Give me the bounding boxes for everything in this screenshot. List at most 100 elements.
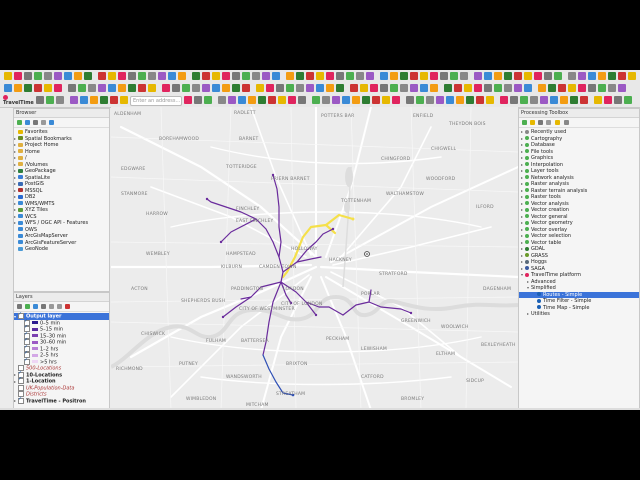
pan-icon[interactable]	[118, 84, 126, 92]
open-icon[interactable]	[400, 84, 408, 92]
save-icon[interactable]	[232, 72, 240, 80]
select-icon[interactable]	[192, 72, 200, 80]
measure-icon[interactable]	[228, 96, 236, 104]
new-project-icon[interactable]	[494, 84, 502, 92]
open-icon[interactable]	[222, 72, 230, 80]
select-icon[interactable]	[218, 96, 226, 104]
models-icon[interactable]	[522, 120, 527, 125]
scripts-icon[interactable]	[530, 120, 535, 125]
select-icon[interactable]	[608, 72, 616, 80]
identify-icon[interactable]	[286, 72, 294, 80]
open-icon[interactable]	[430, 72, 438, 80]
history-icon[interactable]	[538, 120, 543, 125]
measure-icon[interactable]	[540, 96, 548, 104]
remove-layer-icon[interactable]	[65, 304, 70, 309]
save-icon[interactable]	[128, 72, 136, 80]
zoom-in-icon[interactable]	[184, 96, 192, 104]
print-icon[interactable]	[316, 84, 324, 92]
print-icon[interactable]	[524, 84, 532, 92]
print-icon[interactable]	[212, 84, 220, 92]
zoom-out-icon[interactable]	[454, 84, 462, 92]
filter-icon[interactable]	[33, 120, 38, 125]
pan-icon[interactable]	[460, 72, 468, 80]
new-project-icon[interactable]	[390, 84, 398, 92]
identify-icon[interactable]	[204, 96, 212, 104]
print-icon[interactable]	[420, 84, 428, 92]
address-search-input[interactable]: Enter an address...	[130, 96, 182, 106]
identify-icon[interactable]	[44, 84, 52, 92]
legend-checkbox[interactable]	[24, 357, 30, 365]
save-icon[interactable]	[100, 96, 108, 104]
zoom-out-icon[interactable]	[298, 96, 306, 104]
print-icon[interactable]	[580, 96, 588, 104]
zoom-out-icon[interactable]	[272, 72, 280, 80]
save-icon[interactable]	[258, 96, 266, 104]
pan-icon[interactable]	[430, 84, 438, 92]
open-icon[interactable]	[296, 84, 304, 92]
new-project-icon[interactable]	[286, 84, 294, 92]
open-icon[interactable]	[608, 84, 616, 92]
identify-icon[interactable]	[598, 72, 606, 80]
map-canvas[interactable]: ALDENHAM RADLETT POTTERS BAR ENFIELD THEYDON…	[111, 107, 518, 410]
open-icon[interactable]	[90, 96, 98, 104]
identify-icon[interactable]	[568, 84, 576, 92]
zoom-in-icon[interactable]	[548, 84, 556, 92]
select-icon[interactable]	[578, 84, 586, 92]
pan-icon[interactable]	[382, 96, 390, 104]
measure-icon[interactable]	[332, 96, 340, 104]
new-project-icon[interactable]	[446, 96, 454, 104]
zoom-in-icon[interactable]	[444, 84, 452, 92]
open-icon[interactable]	[192, 84, 200, 92]
edit-features-icon[interactable]	[555, 120, 560, 125]
layer-checkbox[interactable]	[18, 376, 24, 384]
save-icon[interactable]	[336, 72, 344, 80]
pan-icon[interactable]	[14, 84, 22, 92]
measure-icon[interactable]	[380, 84, 388, 92]
open-icon[interactable]	[534, 72, 542, 80]
pan-icon[interactable]	[148, 72, 156, 80]
add-selected-layers-icon[interactable]	[17, 120, 22, 125]
add-group-icon[interactable]	[25, 304, 30, 309]
zoom-out-icon[interactable]	[484, 72, 492, 80]
new-project-icon[interactable]	[598, 84, 606, 92]
zoom-in-icon[interactable]	[500, 96, 508, 104]
select-icon[interactable]	[322, 96, 330, 104]
print-icon[interactable]	[110, 96, 118, 104]
zoom-in-icon[interactable]	[336, 84, 344, 92]
save-icon[interactable]	[306, 84, 314, 92]
collapse-all-icon[interactable]	[41, 120, 46, 125]
measure-icon[interactable]	[172, 84, 180, 92]
zoom-in-icon[interactable]	[158, 72, 166, 80]
info-icon[interactable]	[49, 120, 54, 125]
zoom-in-icon[interactable]	[392, 96, 400, 104]
open-icon[interactable]	[560, 96, 568, 104]
select-icon[interactable]	[266, 84, 274, 92]
zoom-out-icon[interactable]	[510, 96, 518, 104]
select-icon[interactable]	[400, 72, 408, 80]
identify-icon[interactable]	[494, 72, 502, 80]
pan-icon[interactable]	[594, 96, 602, 104]
filter-legend-icon[interactable]	[41, 304, 46, 309]
identify-icon[interactable]	[312, 96, 320, 104]
zoom-out-icon[interactable]	[138, 84, 146, 92]
save-icon[interactable]	[466, 96, 474, 104]
save-icon[interactable]	[618, 84, 626, 92]
identify-icon[interactable]	[464, 84, 472, 92]
identify-icon[interactable]	[416, 96, 424, 104]
visibility-icon[interactable]	[33, 304, 38, 309]
zoom-out-icon[interactable]	[614, 96, 622, 104]
save-icon[interactable]	[544, 72, 552, 80]
zoom-out-icon[interactable]	[64, 72, 72, 80]
pan-icon[interactable]	[486, 96, 494, 104]
measure-icon[interactable]	[588, 84, 596, 92]
print-icon[interactable]	[242, 72, 250, 80]
zoom-out-icon[interactable]	[406, 96, 414, 104]
print-icon[interactable]	[450, 72, 458, 80]
zoom-in-icon[interactable]	[232, 84, 240, 92]
select-icon[interactable]	[54, 84, 62, 92]
save-icon[interactable]	[202, 84, 210, 92]
layer-checkbox[interactable]	[18, 384, 24, 391]
save-icon[interactable]	[24, 72, 32, 80]
print-icon[interactable]	[268, 96, 276, 104]
new-project-icon[interactable]	[108, 72, 116, 80]
